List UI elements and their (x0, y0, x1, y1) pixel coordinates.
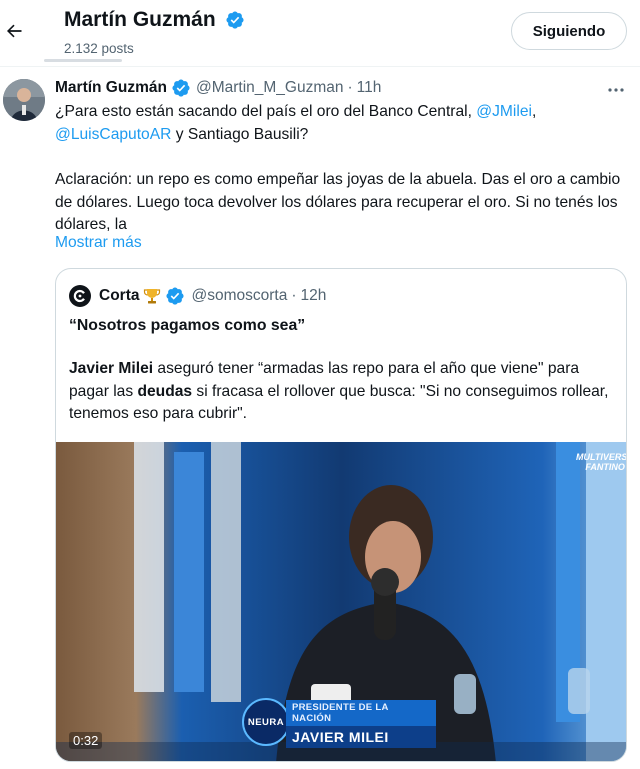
channel-watermark: MULTIVERSO FANTINO (576, 452, 627, 472)
following-button[interactable]: Siguiendo (511, 12, 627, 50)
quoted-title: “Nosotros pagamos como sea” (69, 317, 306, 334)
trophy-icon (144, 289, 161, 304)
quoted-author-handle[interactable]: @somoscorta (191, 287, 287, 305)
mention-jmilei[interactable]: @JMilei (476, 103, 532, 120)
more-options-button[interactable] (604, 80, 628, 100)
quoted-time[interactable]: 12h (301, 287, 327, 305)
back-button[interactable] (0, 14, 28, 48)
tweet-text: ¿Para esto están sacando del país el oro… (55, 101, 627, 237)
tweet-time[interactable]: 11h (357, 79, 382, 97)
lower-third-title: PRESIDENTE DE LA NACIÓN (286, 700, 436, 726)
author-name[interactable]: Martín Guzmán (55, 79, 167, 97)
header-divider (0, 66, 640, 67)
verified-badge-icon (226, 11, 244, 29)
tweet-text-part: y Santiago Bausili? (171, 125, 309, 143)
neura-logo: NEURA (242, 698, 290, 746)
lower-third: PRESIDENTE DE LA NACIÓN JAVIER MILEI (286, 700, 436, 748)
show-more-link[interactable]: Mostrar más (55, 234, 142, 252)
channel-line-1: MULTIVERSO (576, 452, 627, 462)
author-handle[interactable]: @Martin_M_Guzman (196, 79, 344, 97)
quoted-post-header: Corta @somoscorta · 12h (69, 285, 326, 307)
verified-badge-icon (172, 79, 190, 97)
meta-separator: · (291, 287, 297, 304)
meta-separator: · (347, 79, 353, 96)
profile-name-text: Martín Guzmán (64, 8, 216, 31)
verified-badge-icon (166, 287, 185, 305)
more-options-icon (608, 88, 624, 92)
lower-third-name: JAVIER MILEI (286, 726, 436, 748)
tweet-text-part: ¿Para esto están sacando del país el oro… (55, 103, 477, 120)
quoted-bold-name: Javier Milei (69, 360, 154, 377)
mention-luiscaputoar[interactable]: @LuisCaputoAR (55, 126, 171, 143)
corta-logo-icon (69, 285, 91, 307)
profile-header: Martín Guzmán 2.132 posts Siguiendo (0, 0, 640, 64)
arrow-left-icon (7, 24, 22, 38)
posts-count: 2.132 posts (64, 41, 134, 56)
scroll-indicator (44, 59, 122, 62)
profile-name: Martín Guzmán (64, 8, 245, 32)
quoted-author-name[interactable]: Corta (99, 287, 139, 305)
channel-line-2: FANTINO (585, 462, 625, 472)
tweet-paragraph-2: Aclaración: un repo es como empeñar las … (55, 171, 621, 233)
video-duration: 0:32 (69, 732, 103, 749)
tweet-paragraph-1: ¿Para esto están sacando del país el oro… (55, 101, 627, 146)
avatar-image (3, 79, 45, 121)
quoted-post[interactable]: Corta @somoscorta · 12h “Nosotros pagamo… (55, 268, 627, 762)
tweet-header: Martín Guzmán @Martin_M_Guzman · 11h (55, 78, 381, 98)
author-avatar[interactable] (3, 79, 45, 121)
video-player[interactable]: MULTIVERSO FANTINO NEURA PRESIDENTE DE L… (56, 442, 627, 761)
tweet-text-part: , (531, 103, 537, 120)
quoted-body: Javier Milei aseguró tener “armadas las … (69, 358, 617, 426)
quoted-bold-word: deudas (137, 382, 193, 400)
